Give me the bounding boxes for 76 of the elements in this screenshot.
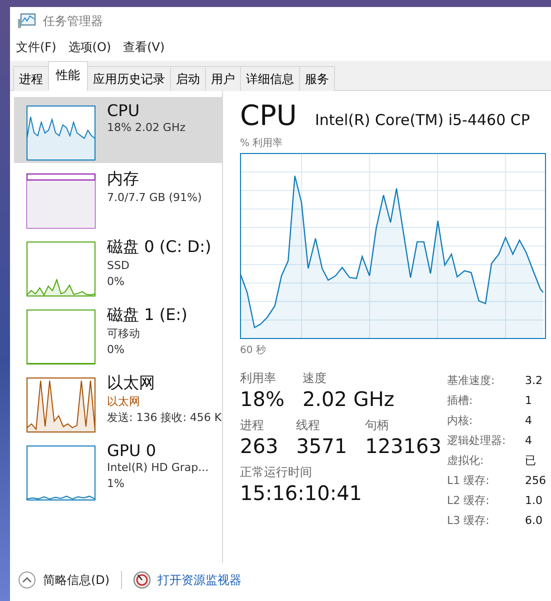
stat-value: 2.02 GHz <box>302 387 394 411</box>
detail-value: 4 <box>525 433 533 449</box>
tab[interactable]: 性能 <box>48 61 88 91</box>
summary-toggle[interactable]: 简略信息(D) <box>43 572 110 588</box>
resource-item[interactable]: 磁盘 1 (E:) 可移动 0% <box>14 301 222 367</box>
resource-detail: 可移动 <box>107 326 141 342</box>
detail-label: L2 缓存: <box>447 493 490 509</box>
resource-title: 磁盘 1 (E:) <box>107 305 188 326</box>
stat-label: 速度 <box>302 370 328 387</box>
detail-label: L1 缓存: <box>447 473 490 489</box>
resource-detail: 7.0/7.7 GB (91%) <box>107 190 202 206</box>
resource-detail: 18% 2.02 GHz <box>107 120 186 136</box>
detail-label: L3 缓存: <box>447 513 490 529</box>
usage-graph <box>26 105 96 161</box>
resource-title: 以太网 <box>107 373 156 394</box>
resource-detail: 以太网 <box>107 394 141 410</box>
resource-title: 磁盘 0 (C: D:) <box>107 237 212 258</box>
detail-value: 已 <box>525 453 537 469</box>
processor-name: Intel(R) Core(TM) i5-4460 CP <box>314 111 530 129</box>
usage-graph <box>26 173 96 229</box>
stat-value: 18% <box>240 387 284 411</box>
resource-detail: 1% <box>107 476 126 492</box>
detail-value: 6.0 <box>525 513 544 529</box>
menu-item[interactable]: 选项(O) <box>68 39 112 56</box>
detail-label: 插槽: <box>447 393 474 409</box>
resource-detail: 发送: 136 接收: 456 K <box>107 410 222 426</box>
resource-detail: SSD <box>107 258 130 274</box>
detail-label: 内核: <box>447 413 474 429</box>
usage-graph <box>26 241 96 297</box>
resource-detail: 0% <box>107 342 126 358</box>
window-title: 任务管理器 <box>43 12 103 30</box>
monitor-graph-icon <box>18 13 36 29</box>
resource-title: CPU <box>107 101 141 120</box>
detail-value: 3.2 <box>525 373 544 389</box>
resource-item[interactable]: 内存 7.0/7.7 GB (91%) <box>14 165 222 231</box>
resource-detail: Intel(R) HD Grap... <box>107 460 209 476</box>
chart-label: % 利用率 <box>240 136 284 150</box>
stat-label: 句柄 <box>365 417 390 434</box>
stat-label: 利用率 <box>240 370 277 387</box>
detail-value: 1 <box>525 393 533 409</box>
panel-title: CPU <box>240 99 297 132</box>
detail-value: 4 <box>525 413 533 429</box>
gauge-icon <box>132 571 151 589</box>
stat-label: 进程 <box>240 417 265 434</box>
resource-detail: 0% <box>107 274 126 290</box>
usage-graph <box>26 377 96 433</box>
detail-label: 逻辑处理器: <box>447 433 507 449</box>
usage-graph <box>26 309 96 365</box>
tab[interactable]: 进程 <box>13 66 49 91</box>
resource-item[interactable]: 以太网 以太网 发送: 136 接收: 456 K <box>14 369 222 435</box>
stat-value: 123163 <box>365 434 442 458</box>
resource-item[interactable]: CPU 18% 2.02 GHz <box>14 97 222 163</box>
time-label: 60 秒 <box>240 344 267 357</box>
detail-label: 虚拟化: <box>447 453 485 469</box>
chevron-up-icon[interactable] <box>18 571 36 589</box>
detail-value: 256 <box>525 473 546 489</box>
detail-label: 基准速度: <box>447 373 496 389</box>
stat-value: 263 <box>240 434 278 458</box>
stat-value: 3571 <box>296 434 348 458</box>
menu-item[interactable]: 查看(V) <box>123 39 165 56</box>
resource-title: 内存 <box>107 169 140 190</box>
tab[interactable]: 用户 <box>205 66 241 91</box>
stat-label: 线程 <box>296 417 322 434</box>
resource-item[interactable]: 磁盘 0 (C: D:) SSD 0% <box>14 233 222 299</box>
resource-title: GPU 0 <box>107 441 158 460</box>
resource-monitor-link[interactable]: 打开资源监视器 <box>158 572 242 588</box>
tab[interactable]: 服务 <box>299 66 335 91</box>
menu-item[interactable]: 文件(F) <box>16 39 56 56</box>
tab[interactable]: 详细信息 <box>240 66 300 91</box>
tab[interactable]: 启动 <box>170 66 206 91</box>
resource-item[interactable]: GPU 0 Intel(R) HD Grap... 1% <box>14 437 222 503</box>
detail-value: 1.0 <box>525 493 544 509</box>
tab[interactable]: 应用历史记录 <box>87 66 171 91</box>
stat-label: 正常运行时间 <box>240 464 313 481</box>
stat-value: 15:16:10:41 <box>240 481 362 505</box>
usage-graph <box>26 445 96 501</box>
